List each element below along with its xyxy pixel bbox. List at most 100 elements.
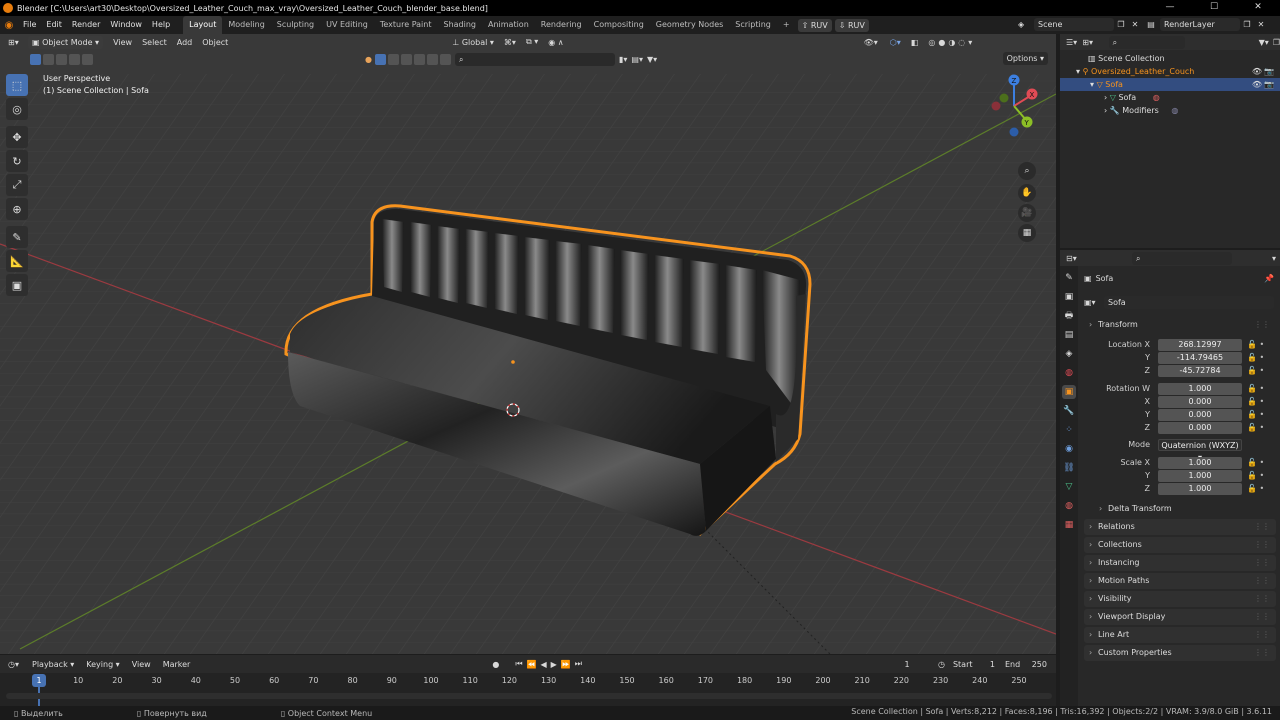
rotation-mode-dropdown[interactable]: Quaternion (WXYZ) ▾ [1158, 439, 1242, 462]
relations-panel[interactable]: Relations ⋮⋮ [1084, 519, 1276, 535]
menu-file[interactable]: File [18, 16, 41, 34]
restrict-icon[interactable]: ▤▾ [631, 55, 643, 64]
select-subtract-icon[interactable] [56, 53, 67, 65]
custom-properties-panel[interactable]: Custom Properties ⋮⋮ [1084, 645, 1276, 661]
drag-grip-icon[interactable]: ⋮⋮ [1254, 519, 1270, 535]
pan-hand-icon[interactable]: ✋ [1018, 184, 1036, 202]
lock-icon[interactable]: 🔓 • [1247, 353, 1264, 362]
render-camera-icon[interactable]: 📷 [1264, 65, 1274, 78]
ruv-button-1[interactable]: ⇧ RUV [797, 18, 832, 32]
ruv-button-2[interactable]: ⇩ RUV [834, 18, 869, 32]
rotation-x-field[interactable]: 0.000 [1158, 396, 1242, 408]
viewport-display-panel[interactable]: Viewport Display ⋮⋮ [1084, 609, 1276, 625]
outliner-object-sofa[interactable]: ▾ ▽ Sofa 👁 📷 [1060, 78, 1280, 91]
properties-search-input[interactable]: ⌕ [1132, 251, 1232, 265]
drag-grip-icon[interactable]: ⋮⋮ [1254, 573, 1270, 589]
remove-view-layer-icon[interactable]: ✕ [1254, 20, 1268, 29]
tab-layout[interactable]: Layout [183, 16, 223, 34]
view-other-icon[interactable] [439, 53, 451, 65]
navigation-gizmo[interactable]: Z X Y ⌕ ✋ 🎥 ▦ [984, 70, 1044, 250]
drag-grip-icon[interactable]: ⋮⋮ [1254, 591, 1270, 607]
move-tool-icon[interactable]: ✥ [6, 126, 28, 148]
menu-playback[interactable]: Playback ▾ [32, 660, 74, 669]
play-icon[interactable]: ▶ [551, 660, 557, 669]
drag-grip-icon[interactable]: ⋮⋮ [1254, 537, 1270, 553]
delta-transform-subpanel[interactable]: Delta Transform [1094, 501, 1276, 517]
zoom-icon[interactable]: ⌕ [1018, 162, 1036, 180]
menu-help[interactable]: Help [147, 16, 175, 34]
shading-solid-icon[interactable]: ● [938, 38, 945, 47]
ortho-grid-icon[interactable]: ▦ [1018, 224, 1036, 242]
timeline-scrollbar[interactable] [6, 693, 1052, 699]
view-options-icon[interactable]: ▮▾ [619, 55, 627, 64]
playhead-frame[interactable]: 1 [32, 674, 46, 687]
add-workspace-button[interactable]: + [777, 16, 796, 34]
tab-animation[interactable]: Animation [482, 16, 535, 34]
select-invert-icon[interactable] [69, 53, 80, 65]
record-icon[interactable]: ● [492, 660, 499, 669]
snap-icon[interactable]: ⧉ ▾ [526, 37, 538, 47]
new-view-layer-icon[interactable]: ❐ [1240, 20, 1254, 29]
data-tab-icon[interactable]: ▽ [1062, 480, 1076, 494]
line-art-panel[interactable]: Line Art ⋮⋮ [1084, 627, 1276, 643]
lock-icon[interactable]: 🔓 • [1247, 458, 1264, 467]
shading-material-icon[interactable]: ◑ [948, 38, 955, 47]
menu-edit[interactable]: Edit [41, 16, 67, 34]
jump-start-icon[interactable]: ⏮ [515, 659, 522, 669]
start-frame-field[interactable]: Start 1 [948, 657, 999, 671]
rotate-tool-icon[interactable]: ↻ [6, 150, 28, 172]
view-mesh-icon[interactable] [387, 53, 399, 65]
scale-tool-icon[interactable]: ⤢ [6, 174, 28, 196]
filter-icon[interactable]: ▼▾ [647, 55, 657, 64]
select-extend-icon[interactable] [43, 53, 54, 65]
add-cube-tool-icon[interactable]: ▣ [6, 274, 28, 296]
new-collection-icon[interactable]: ❐ [1273, 38, 1280, 47]
tab-shading[interactable]: Shading [437, 16, 482, 34]
display-mode-icon[interactable]: ⊞▾ [1082, 38, 1098, 47]
select-new-icon[interactable] [30, 53, 41, 65]
constraints-tab-icon[interactable]: ⛓ [1062, 461, 1076, 475]
tab-geometry-nodes[interactable]: Geometry Nodes [650, 16, 729, 34]
texture-tab-icon[interactable]: ▦ [1062, 518, 1076, 532]
datablock-icon[interactable]: ▣▾ [1084, 298, 1104, 307]
menu-marker[interactable]: Marker [163, 660, 191, 669]
scale-y-field[interactable]: 1.000 [1158, 470, 1242, 482]
world-tab-icon[interactable]: ◍ [1062, 366, 1076, 380]
instancing-panel[interactable]: Instancing ⋮⋮ [1084, 555, 1276, 571]
options-dropdown[interactable]: Options ▾ [1002, 52, 1048, 65]
remove-scene-icon[interactable]: ✕ [1128, 20, 1142, 29]
menu-object[interactable]: Object [202, 38, 228, 47]
tab-compositing[interactable]: Compositing [588, 16, 650, 34]
tool-tab-icon[interactable]: ✎ [1062, 271, 1076, 285]
tab-scripting[interactable]: Scripting [729, 16, 777, 34]
collections-panel[interactable]: Collections ⋮⋮ [1084, 537, 1276, 553]
lock-icon[interactable]: 🔓 • [1247, 340, 1264, 349]
outliner-modifiers[interactable]: › 🔧 Modifiers ◍ [1060, 104, 1280, 117]
select-intersect-icon[interactable] [82, 53, 93, 65]
lock-icon[interactable]: 🔓 • [1247, 366, 1264, 375]
view-layer-field[interactable]: RenderLayer [1160, 18, 1240, 31]
current-frame-field[interactable]: 1 [881, 657, 932, 671]
render-camera-icon[interactable]: 📷 [1264, 78, 1274, 91]
render-tab-icon[interactable]: ▣ [1062, 290, 1076, 304]
object-name-field[interactable]: Sofa [1104, 296, 1274, 309]
mode-dropdown[interactable]: ▣ Object Mode ▾ [28, 35, 104, 49]
scene-icon[interactable]: ◈ [1018, 20, 1034, 29]
clock-editor-icon[interactable]: ◷▾ [8, 660, 32, 669]
tab-modeling[interactable]: Modeling [222, 16, 270, 34]
xray-toggle-icon[interactable]: ◧ [911, 38, 919, 47]
cursor-tool-icon[interactable]: ◎ [6, 98, 28, 120]
camera-view-icon[interactable]: 🎥 [1018, 204, 1036, 222]
menu-add[interactable]: Add [177, 38, 193, 47]
end-frame-field[interactable]: End 250 [1000, 657, 1051, 671]
scene-field[interactable]: Scene [1034, 18, 1114, 31]
outliner-scene-collection[interactable]: ▥ Scene Collection [1060, 52, 1280, 65]
shading-rendered-icon[interactable]: ◌ [958, 38, 965, 47]
outliner-editor-icon[interactable]: ☰▾ [1066, 38, 1082, 47]
location-x-field[interactable]: 268.12997 [1158, 339, 1242, 351]
visibility-eye-icon[interactable]: 👁 [1252, 65, 1262, 78]
rotation-w-field[interactable]: 1.000 [1158, 383, 1242, 395]
object-tab-icon[interactable]: ▣ [1062, 385, 1076, 399]
tab-rendering[interactable]: Rendering [535, 16, 588, 34]
shading-wireframe-icon[interactable]: ◎ [928, 38, 935, 47]
